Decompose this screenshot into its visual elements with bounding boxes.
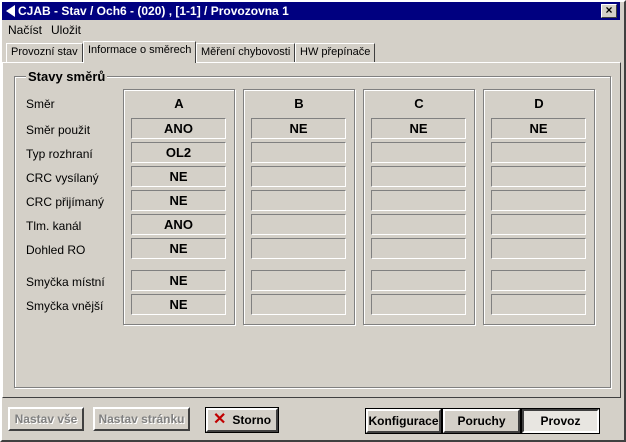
row-label-tlm-kanal: Tlm. kanál	[26, 219, 82, 233]
cell-b-tlm-kanal	[251, 214, 346, 235]
cell-d-crc-prijimany	[491, 190, 586, 211]
cell-a-tlm-kanal: ANO	[131, 214, 226, 235]
cell-d-typ-rozhrani	[491, 142, 586, 163]
menu-bar: Načíst Uložit	[2, 21, 620, 39]
cell-a-smycka-vnejsi: NE	[131, 294, 226, 315]
operation-button[interactable]: Provoz	[521, 408, 600, 434]
tab-mereni-chybovosti[interactable]: Měření chybovosti	[196, 43, 296, 62]
column-header-d: D	[534, 96, 544, 111]
cell-d-crc-vysilany	[491, 166, 586, 187]
menu-nacist[interactable]: Načíst	[8, 23, 42, 37]
cell-a-smer-pouzit: ANO	[131, 118, 226, 139]
column-header-a: A	[174, 96, 184, 111]
cell-c-crc-prijimany	[371, 190, 466, 211]
cell-c-smycka-mistni	[371, 270, 466, 291]
cancel-button-label: Storno	[232, 413, 272, 427]
cell-d-smycka-vnejsi	[491, 294, 586, 315]
cell-c-dohled-ro	[371, 238, 466, 259]
close-button[interactable]: ×	[601, 4, 617, 18]
cell-b-smycka-vnejsi	[251, 294, 346, 315]
group-title: Stavy směrů	[26, 69, 108, 84]
tab-provozni-stav[interactable]: Provozní stav	[6, 43, 83, 62]
cell-b-smycka-mistni	[251, 270, 346, 291]
cell-b-typ-rozhrani	[251, 142, 346, 163]
window-title: CJAB - Stav / Och6 - (020) , [1-1] / Pro…	[18, 4, 289, 18]
cell-d-smer-pouzit: NE	[491, 118, 586, 139]
faults-button[interactable]: Poruchy	[442, 408, 521, 434]
cell-c-smer-pouzit: NE	[371, 118, 466, 139]
cell-d-dohled-ro	[491, 238, 586, 259]
row-label-smycka-mistni: Smyčka místní	[26, 275, 105, 289]
title-bar[interactable]: CJAB - Stav / Och6 - (020) , [1-1] / Pro…	[2, 2, 620, 20]
row-label-dohled-ro: Dohled RO	[26, 243, 86, 257]
row-label-typ-rozhrani: Typ rozhraní	[26, 147, 93, 161]
row-label-smycka-vnejsi: Smyčka vnější	[26, 299, 104, 313]
row-label-crc-vysilany: CRC vysílaný	[26, 171, 99, 185]
cell-b-crc-prijimany	[251, 190, 346, 211]
cell-a-smycka-mistni: NE	[131, 270, 226, 291]
row-label-crc-prijimany: CRC přijímaný	[26, 195, 105, 209]
cancel-x-icon: ✕	[212, 411, 227, 428]
cell-d-smycka-mistni	[491, 270, 586, 291]
row-label-smer-pouzit: Směr použit	[26, 123, 91, 137]
set-page-button[interactable]: Nastav stránku	[93, 407, 190, 431]
cell-a-crc-prijimany: NE	[131, 190, 226, 211]
cell-c-smycka-vnejsi	[371, 294, 466, 315]
close-icon: ×	[605, 3, 613, 17]
cell-c-crc-vysilany	[371, 166, 466, 187]
app-icon	[6, 5, 15, 17]
column-header-c: C	[414, 96, 424, 111]
column-header-b: B	[294, 96, 304, 111]
tab-hw-prepinace[interactable]: HW přepínače	[295, 43, 376, 62]
set-all-button[interactable]: Nastav vše	[8, 407, 84, 431]
tab-strip: Provozní stav Informace o směrech Měření…	[2, 41, 620, 63]
cancel-button[interactable]: ✕ Storno	[205, 407, 279, 433]
cell-d-tlm-kanal	[491, 214, 586, 235]
row-label-smer: Směr	[26, 97, 55, 111]
cell-a-dohled-ro: NE	[131, 238, 226, 259]
cell-a-typ-rozhrani: OL2	[131, 142, 226, 163]
configuration-button[interactable]: Konfigurace	[365, 408, 442, 434]
menu-ulozit[interactable]: Uložit	[51, 23, 81, 37]
cell-b-smer-pouzit: NE	[251, 118, 346, 139]
cell-c-typ-rozhrani	[371, 142, 466, 163]
cell-b-dohled-ro	[251, 238, 346, 259]
tab-informace-o-smerech[interactable]: Informace o směrech	[83, 41, 197, 63]
cell-a-crc-vysilany: NE	[131, 166, 226, 187]
cell-b-crc-vysilany	[251, 166, 346, 187]
cell-c-tlm-kanal	[371, 214, 466, 235]
